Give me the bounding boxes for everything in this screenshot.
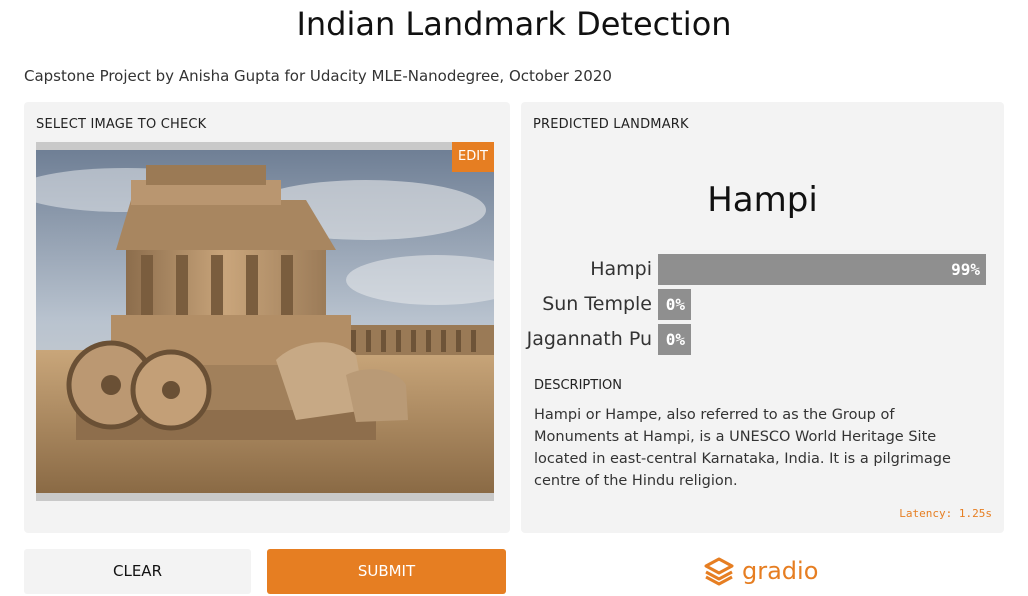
confidence-row: Sun Temple 0% [521,289,1004,320]
output-panel-label: PREDICTED LANDMARK [533,117,689,132]
input-panel: SELECT IMAGE TO CHECK EDIT [24,102,510,533]
page-subtitle: Capstone Project by Anisha Gupta for Uda… [24,67,612,85]
latency-text: Latency: 1.25s [899,507,992,520]
confidence-row: Jagannath Pu 0% [521,324,1004,355]
confidence-bar: 0% [658,289,691,320]
submit-button[interactable]: SUBMIT [267,549,506,594]
landmark-photo [36,150,494,493]
output-panel: PREDICTED LANDMARK Hampi Hampi 99% Sun T… [521,102,1004,533]
confidence-bar: 99% [658,254,986,285]
input-panel-label: SELECT IMAGE TO CHECK [36,117,207,132]
confidence-percent: 0% [665,330,685,349]
confidence-row: Hampi 99% [521,254,1004,285]
confidence-bar: 0% [658,324,691,355]
confidence-percent: 0% [665,295,685,314]
gradio-logo-icon [704,557,734,586]
confidence-label: Hampi [590,258,652,280]
description-label: DESCRIPTION [534,378,622,393]
description-text: Hampi or Hampe, also referred to as the … [534,407,951,489]
clear-button[interactable]: CLEAR [24,549,251,594]
confidence-label: Sun Temple [542,293,652,315]
page-title: Indian Landmark Detection [296,5,732,43]
predicted-landmark: Hampi [707,180,818,220]
image-upload-area[interactable] [36,142,494,501]
edit-button[interactable]: EDIT [452,142,494,172]
confidence-percent: 99% [951,260,980,279]
gradio-brand-text: gradio [742,557,819,585]
confidence-label: Jagannath Pu [526,328,652,350]
